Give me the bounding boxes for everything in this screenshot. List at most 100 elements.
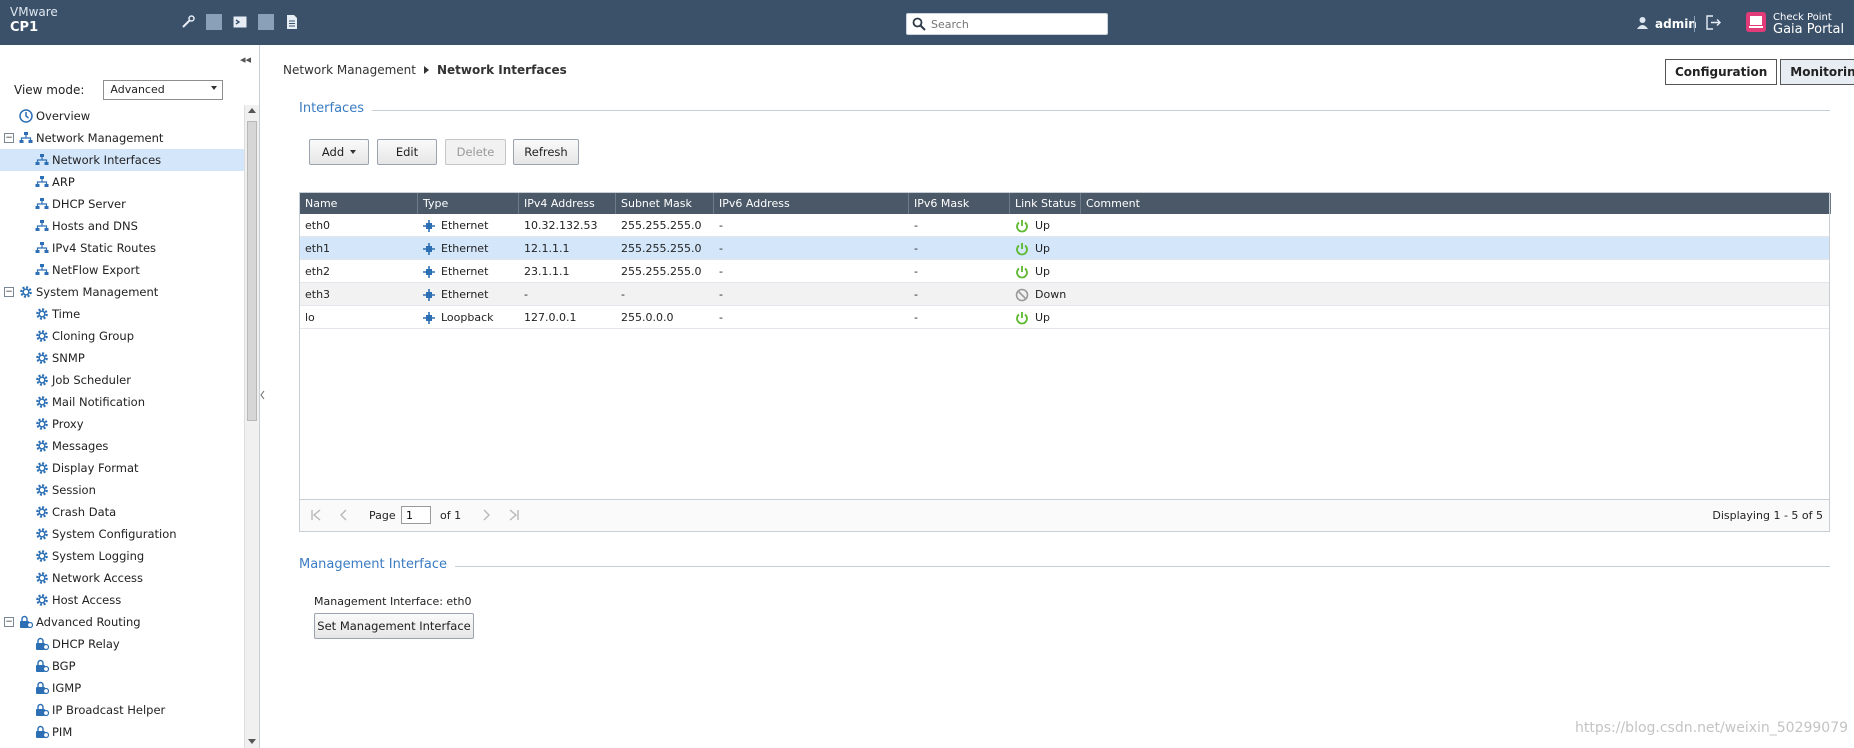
sidebar-item[interactable]: System Logging xyxy=(0,545,244,567)
sidebar-item-label: Time xyxy=(52,307,81,321)
interface-type-icon xyxy=(423,242,435,255)
last-page-icon[interactable] xyxy=(508,509,520,524)
sidebar-item-label: Display Format xyxy=(52,461,139,475)
collapse-tree-icon[interactable]: − xyxy=(4,133,14,143)
search-input[interactable] xyxy=(931,16,1103,32)
table-cell: eth1 xyxy=(300,237,330,260)
table-row[interactable]: eth1 Ethernet 12.1.1.1 255.255.255.0 - - Up xyxy=(300,237,1829,260)
collapse-tree-icon[interactable]: − xyxy=(4,617,14,627)
page-number-input[interactable] xyxy=(401,506,431,524)
cell-text: - xyxy=(914,311,918,324)
toolbar-divider xyxy=(258,14,274,30)
column-header[interactable]: Name xyxy=(300,193,418,214)
sidebar-item[interactable]: Network Access xyxy=(0,567,244,589)
cell-text: Loopback xyxy=(441,311,494,324)
sidebar-item-label: NetFlow Export xyxy=(52,263,140,277)
collapse-sidebar-icon[interactable]: ◂◂ xyxy=(240,53,251,66)
table-row[interactable]: eth3 Ethernet - - - - Down xyxy=(300,283,1829,306)
logout-icon[interactable] xyxy=(1706,15,1722,33)
management-interface-text: Management Interface: eth0 xyxy=(314,595,472,608)
sidebar-item-label: System Management xyxy=(36,285,159,299)
table-cell: Ethernet xyxy=(418,237,488,260)
collapse-tree-icon[interactable]: − xyxy=(4,287,14,297)
terminal-icon[interactable] xyxy=(232,14,248,30)
table-cell: - xyxy=(714,260,723,283)
sidebar-item[interactable]: Display Format xyxy=(0,457,244,479)
configuration-tab[interactable]: Configuration xyxy=(1665,59,1778,85)
previous-page-icon[interactable] xyxy=(338,509,350,524)
table-row[interactable]: lo Loopback 127.0.0.1 255.0.0.0 - - Up xyxy=(300,306,1829,329)
sidebar-scrollbar[interactable] xyxy=(244,105,259,748)
delete-button[interactable]: Delete xyxy=(445,139,506,165)
column-header[interactable]: IPv4 Address xyxy=(519,193,616,214)
table-cell: - xyxy=(714,214,723,237)
sidebar-item[interactable]: Crash Data xyxy=(0,501,244,523)
cell-text: Up xyxy=(1035,219,1051,232)
sidebar-item[interactable]: − Advanced Routing xyxy=(0,611,244,633)
panel-splitter[interactable] xyxy=(260,380,265,410)
sidebar-item[interactable]: DHCP Server xyxy=(0,193,244,215)
breadcrumb-parent[interactable]: Network Management xyxy=(283,63,416,77)
sidebar-item[interactable]: ARP xyxy=(0,171,244,193)
sidebar-item[interactable]: Messages xyxy=(0,435,244,457)
sidebar-item[interactable]: − System Management xyxy=(0,281,244,303)
table-cell xyxy=(1081,260,1086,283)
view-mode-select[interactable]: Advanced xyxy=(103,80,224,100)
table-cell: - xyxy=(519,283,528,306)
column-header[interactable]: IPv6 Address xyxy=(714,193,909,214)
first-page-icon[interactable] xyxy=(310,509,322,524)
column-header[interactable]: Subnet Mask xyxy=(616,193,714,214)
edit-button[interactable]: Edit xyxy=(377,139,437,165)
column-header[interactable]: Comment xyxy=(1081,193,1831,214)
column-header[interactable]: Link Status xyxy=(1010,193,1081,214)
sidebar-item[interactable]: DHCP Relay xyxy=(0,633,244,655)
set-management-interface-button[interactable]: Set Management Interface xyxy=(314,613,474,639)
interface-type-icon xyxy=(423,219,435,232)
overview-icon xyxy=(18,108,34,124)
sidebar-item[interactable]: NetFlow Export xyxy=(0,259,244,281)
sidebar-item[interactable]: SNMP xyxy=(0,347,244,369)
column-header[interactable]: Type xyxy=(418,193,519,214)
column-header[interactable]: IPv6 Mask Length xyxy=(909,193,1010,231)
scroll-down-icon[interactable] xyxy=(248,739,256,744)
table-row[interactable]: eth0 Ethernet 10.32.132.53 255.255.255.0 - - U… xyxy=(300,214,1829,237)
sidebar-item[interactable]: IGMP xyxy=(0,677,244,699)
scrollbar-thumb[interactable] xyxy=(247,121,257,421)
sidebar-item[interactable]: Network Interfaces xyxy=(0,149,244,171)
sidebar-item[interactable]: Job Scheduler xyxy=(0,369,244,391)
cell-text: lo xyxy=(305,311,315,324)
table-row[interactable]: eth2 Ethernet 23.1.1.1 255.255.255.0 - - Up xyxy=(300,260,1829,283)
sidebar-item[interactable]: IPv4 Static Routes xyxy=(0,237,244,259)
sidebar-item[interactable]: Proxy xyxy=(0,413,244,435)
sidebar-item[interactable]: Hosts and DNS xyxy=(0,215,244,237)
table-cell: eth0 xyxy=(300,214,330,237)
sidebar-item-label: Network Management xyxy=(36,131,164,145)
gear-icon xyxy=(34,460,50,476)
sidebar-item[interactable]: System Configuration xyxy=(0,523,244,545)
search-box[interactable] xyxy=(906,13,1108,35)
sidebar-item[interactable]: Overview xyxy=(0,105,244,127)
sidebar-item[interactable]: Cloning Group xyxy=(0,325,244,347)
sidebar-item[interactable]: Mail Notification xyxy=(0,391,244,413)
sidebar-item[interactable]: Time xyxy=(0,303,244,325)
routing-icon xyxy=(34,680,50,696)
scroll-up-icon[interactable] xyxy=(248,108,256,113)
wrench-icon[interactable] xyxy=(180,14,196,30)
view-mode-value: Advanced xyxy=(110,83,165,96)
document-icon[interactable] xyxy=(284,14,300,30)
sidebar-item[interactable]: Session xyxy=(0,479,244,501)
sidebar-item[interactable]: Host Access xyxy=(0,589,244,611)
chevron-down-icon xyxy=(350,150,357,154)
refresh-button[interactable]: Refresh xyxy=(513,139,579,165)
sidebar-item[interactable]: BGP xyxy=(0,655,244,677)
next-page-icon[interactable] xyxy=(480,509,492,524)
user-menu[interactable]: admin xyxy=(1636,16,1697,32)
cell-text: 255.255.255.0 xyxy=(621,242,702,255)
table-cell: Up xyxy=(1010,260,1050,283)
monitoring-tab[interactable]: Monitoring xyxy=(1780,59,1854,85)
sidebar-item[interactable]: − Network Management xyxy=(0,127,244,149)
sidebar-item-label: Overview xyxy=(36,109,91,123)
add-button[interactable]: Add xyxy=(309,139,369,165)
sidebar-item[interactable]: IP Broadcast Helper xyxy=(0,699,244,721)
sidebar-item[interactable]: PIM xyxy=(0,721,244,743)
